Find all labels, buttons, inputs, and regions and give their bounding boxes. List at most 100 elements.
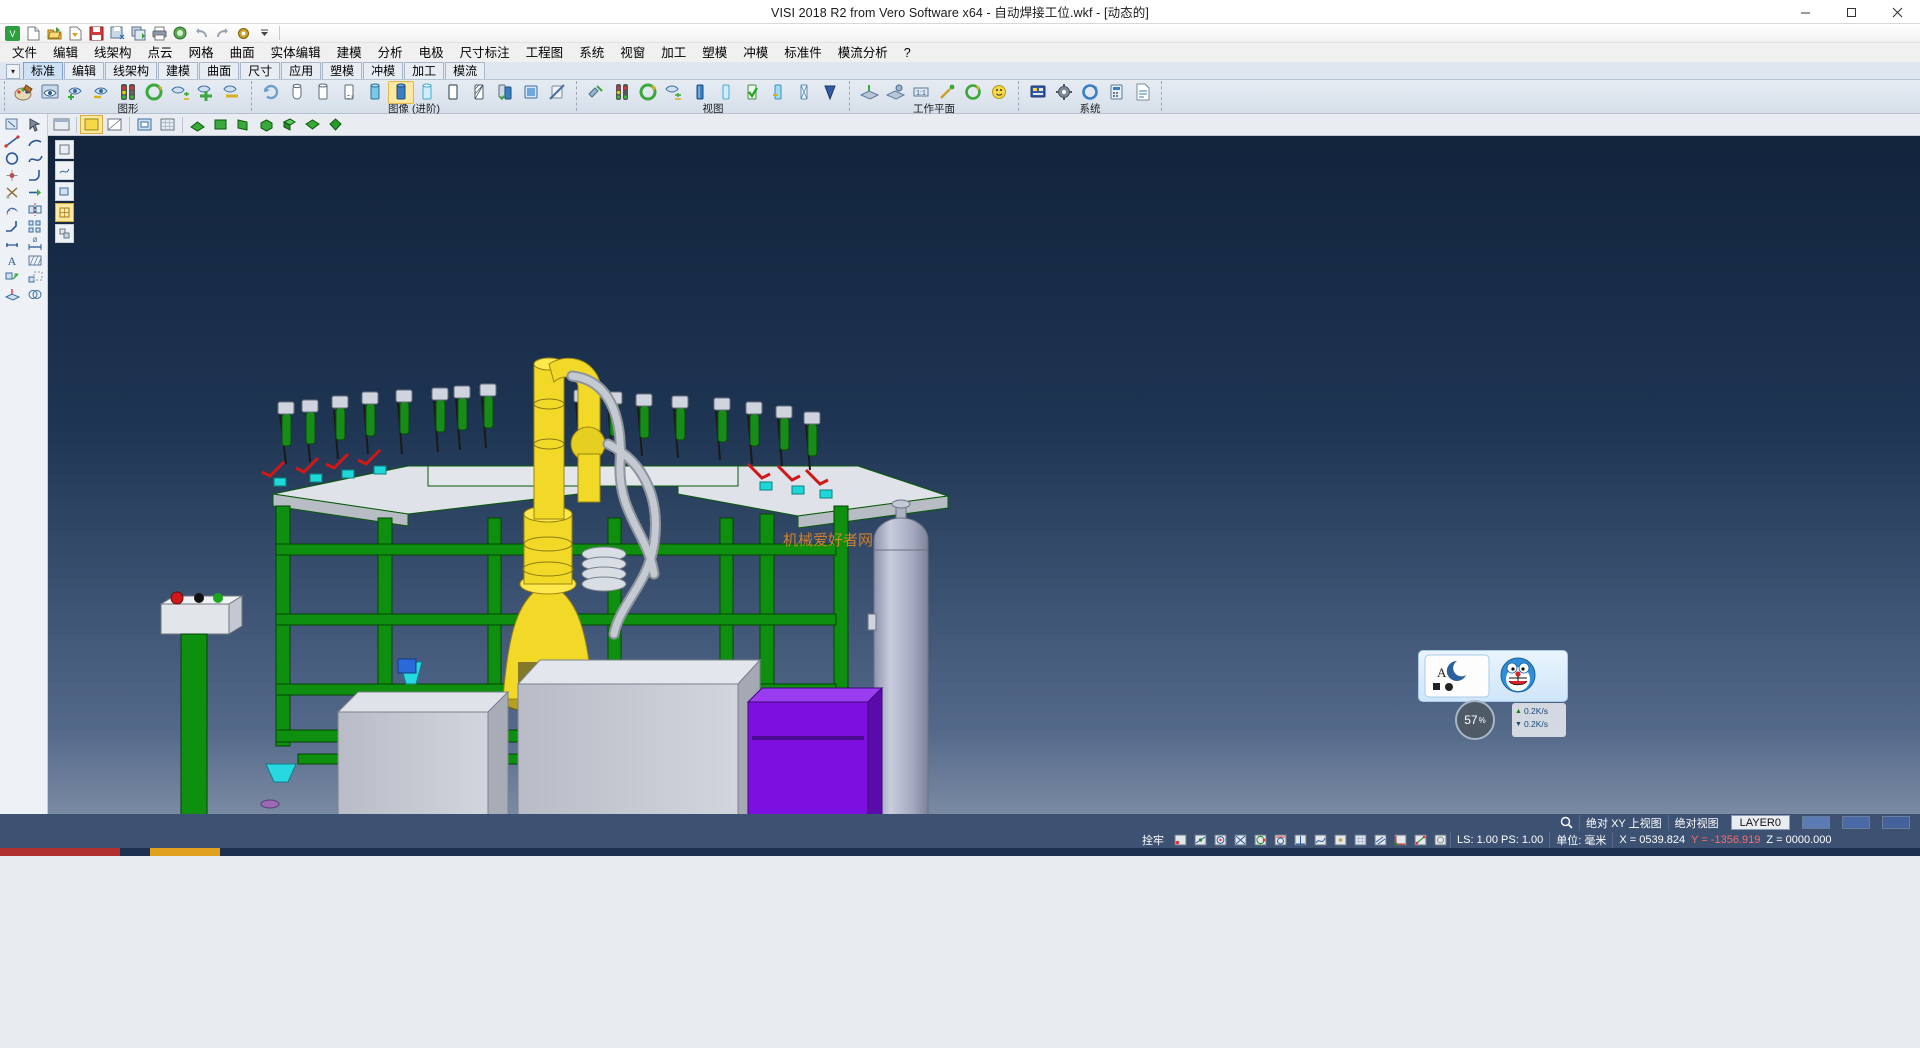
app-logo-icon[interactable]: V [2, 25, 23, 42]
menu-item-8[interactable]: 分析 [370, 44, 411, 62]
tab-jiagong[interactable]: 加工 [404, 62, 444, 79]
menu-item-11[interactable]: 工程图 [518, 44, 572, 62]
menu-item-4[interactable]: 网格 [181, 44, 222, 62]
close-button[interactable] [1874, 0, 1920, 24]
outline-shade-icon[interactable] [440, 81, 466, 104]
shade-yellow-icon[interactable] [80, 115, 103, 134]
menu-item-7[interactable]: 建模 [329, 44, 370, 62]
point-tool-icon[interactable] [1, 167, 24, 184]
workplane-rotate-icon[interactable] [960, 81, 986, 104]
regenerate-icon[interactable] [258, 81, 284, 104]
intersect-tool-icon[interactable] [24, 286, 47, 303]
view-wire-icon[interactable] [791, 81, 817, 104]
palette-surface-icon[interactable] [55, 161, 74, 180]
menu-item-0[interactable]: 文件 [4, 44, 45, 62]
import-file-icon[interactable] [65, 25, 86, 42]
tab-yingyong[interactable]: 应用 [281, 62, 321, 79]
menu-item-2[interactable]: 线架构 [86, 44, 140, 62]
print-preview-icon[interactable] [170, 25, 191, 42]
search-icon[interactable] [1554, 815, 1579, 831]
shaded-blue-icon[interactable] [388, 81, 414, 104]
view-iso3-icon[interactable] [301, 115, 324, 134]
view-iso-icon[interactable] [713, 81, 739, 104]
save-icon[interactable] [86, 25, 107, 42]
zoom-toggle-icon[interactable] [661, 81, 687, 104]
view-shade-icon[interactable] [765, 81, 791, 104]
system-settings-icon[interactable] [1025, 81, 1051, 104]
layer-manager-icon[interactable] [50, 115, 73, 134]
tab-xianjiagou[interactable]: 线架构 [105, 62, 157, 79]
hidden-line-icon[interactable] [310, 81, 336, 104]
save-all-icon[interactable] [128, 25, 149, 42]
toggle-visibility-icon[interactable] [167, 81, 193, 104]
view-normal-icon[interactable] [687, 81, 713, 104]
color-chip-2[interactable] [1836, 815, 1876, 831]
color-chip-1[interactable] [1796, 815, 1836, 831]
taskbar-item-1[interactable] [150, 848, 220, 856]
palette-assembly-icon[interactable] [55, 224, 74, 243]
speed-badge[interactable]: 57% [1455, 700, 1495, 740]
menu-item-18[interactable]: 模流分析 [830, 44, 896, 62]
snap-nearest-icon[interactable] [1310, 832, 1330, 848]
tab-chicun[interactable]: 尺寸 [240, 62, 280, 79]
traffic-light-view-icon[interactable] [609, 81, 635, 104]
tab-qumian[interactable]: 曲面 [199, 62, 239, 79]
snap-toggle-icon[interactable] [133, 115, 156, 134]
new-file-icon[interactable] [23, 25, 44, 42]
snap-quadrant-icon[interactable] [1250, 832, 1270, 848]
chamfer-tool-icon[interactable] [1, 218, 24, 235]
view-mode-label[interactable]: 绝对 XY 上视图 [1579, 815, 1668, 831]
view-right-icon[interactable] [232, 115, 255, 134]
trim-tool-icon[interactable] [1, 184, 24, 201]
tab-sumo[interactable]: 塑模 [322, 62, 362, 79]
transform-tool-icon[interactable] [1, 269, 24, 286]
system-config-icon[interactable] [1051, 81, 1077, 104]
cad-viewport[interactable]: 机械爱好者网 Z [48, 114, 1920, 814]
wireframe-shade-icon[interactable] [284, 81, 310, 104]
fillet-tool-icon[interactable] [24, 167, 47, 184]
view-fit-icon[interactable] [324, 115, 347, 134]
palette-entity-icon[interactable] [55, 140, 74, 159]
pattern-tool-icon[interactable] [24, 218, 47, 235]
minimize-button[interactable] [1782, 0, 1828, 24]
menu-item-9[interactable]: 电极 [411, 44, 452, 62]
traffic-light-icon[interactable] [115, 81, 141, 104]
snap-parallel-icon[interactable] [1370, 832, 1390, 848]
menu-item-6[interactable]: 实体编辑 [263, 44, 329, 62]
text-tool-icon[interactable]: A [1, 252, 24, 269]
tab-bianji[interactable]: 编辑 [64, 62, 104, 79]
view-cone-icon[interactable] [817, 81, 843, 104]
hatch-tool-icon[interactable] [24, 252, 47, 269]
shade-wire-icon[interactable] [103, 115, 126, 134]
view-check-icon[interactable] [739, 81, 765, 104]
view-top-icon[interactable] [186, 115, 209, 134]
menu-item-15[interactable]: 塑模 [694, 44, 735, 62]
snap-endpoint-icon[interactable] [1170, 832, 1190, 848]
workplane-icon[interactable] [856, 81, 882, 104]
menu-item-help[interactable]: ? [896, 44, 919, 62]
rotate-view-icon[interactable] [635, 81, 661, 104]
menu-item-1[interactable]: 编辑 [45, 44, 86, 62]
snap-center-icon[interactable] [1210, 832, 1230, 848]
settings-icon[interactable] [233, 25, 254, 42]
palette-solid-icon[interactable] [55, 182, 74, 201]
mirror-tool-icon[interactable] [24, 201, 47, 218]
tab-moliu[interactable]: 模流 [445, 62, 485, 79]
workplane-smiley-icon[interactable] [986, 81, 1012, 104]
snap-grid-icon[interactable] [1350, 832, 1370, 848]
menu-item-16[interactable]: 冲模 [735, 44, 776, 62]
select-all-icon[interactable] [1, 116, 24, 133]
transparent-shade-icon[interactable] [414, 81, 440, 104]
color-palette-icon[interactable] [11, 81, 37, 104]
spline-tool-icon[interactable] [24, 150, 47, 167]
snap-relative-icon[interactable] [1410, 832, 1430, 848]
snap-origin-icon[interactable] [1390, 832, 1410, 848]
redo-icon[interactable] [212, 25, 233, 42]
color-chip-3[interactable] [1876, 815, 1916, 831]
workplane-scale-icon[interactable]: 1:1 [908, 81, 934, 104]
dynamic-rotate-icon[interactable] [583, 81, 609, 104]
menu-item-12[interactable]: 系统 [571, 44, 612, 62]
hidden-line-dashed-icon[interactable] [336, 81, 362, 104]
snap-tangent-icon[interactable] [1270, 832, 1290, 848]
measure-tool-icon[interactable] [1, 235, 24, 252]
